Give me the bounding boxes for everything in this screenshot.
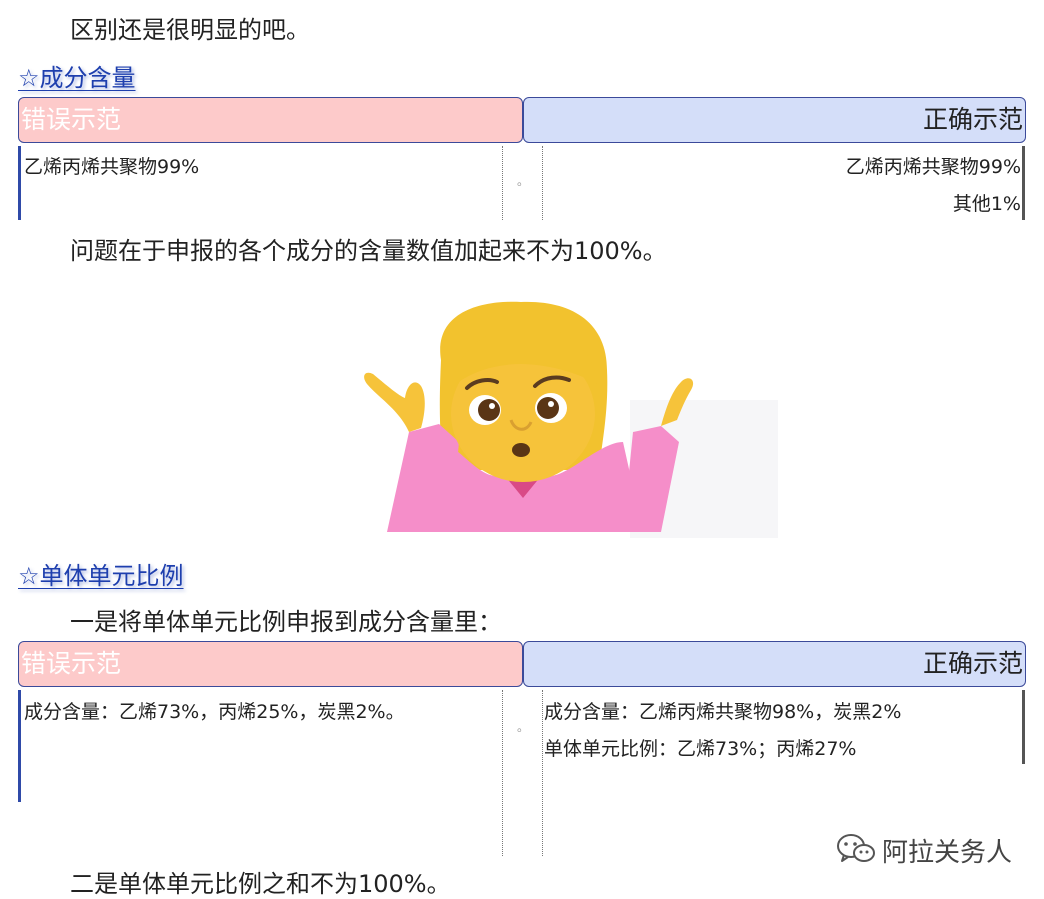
divider-mark: 。 <box>517 720 530 734</box>
section2-intro-text: 一是将单体单元比例申报到成分含量里： <box>70 608 502 636</box>
divider-mark: 。 <box>517 174 530 188</box>
wrong-line-1: 乙烯丙烯共聚物99% <box>24 156 200 178</box>
correct-example-header: 正确示范 <box>523 641 1026 687</box>
correct-example-header: 正确示范 <box>523 97 1026 143</box>
column-divider <box>502 146 503 220</box>
right-column-border <box>1022 146 1025 220</box>
left-column-border <box>18 146 21 220</box>
right-line-1: 乙烯丙烯共聚物99% <box>845 156 1021 178</box>
wechat-icon <box>837 834 875 862</box>
wrong-example-header: 错误示范 <box>18 97 523 143</box>
right-column-border <box>1022 690 1025 764</box>
right-line-2: 其他1% <box>952 193 1021 215</box>
note-text-1: 问题在于申报的各个成分的含量数值加起来不为100%。 <box>70 237 667 265</box>
section-heading-composition[interactable]: ☆成分含量 <box>18 58 136 93</box>
intro-text: 区别还是很明显的吧。 <box>70 16 310 44</box>
right-line-1: 成分含量：乙烯丙烯共聚物98%，炭黑2% <box>544 701 902 723</box>
column-divider <box>542 690 543 856</box>
watermark-text: 阿拉关务人 <box>882 838 1013 868</box>
wrong-example-header: 错误示范 <box>18 641 523 687</box>
section-heading-monomer-ratio[interactable]: ☆单体单元比例 <box>18 556 184 591</box>
right-line-2: 单体单元比例：乙烯73%；丙烯27% <box>544 738 857 760</box>
shrug-emoji-image <box>364 301 778 538</box>
wrong-line-1: 成分含量：乙烯73%，丙烯25%，炭黑2%。 <box>24 701 405 723</box>
column-divider <box>502 690 503 856</box>
left-column-border <box>18 690 21 802</box>
column-divider <box>542 146 543 220</box>
